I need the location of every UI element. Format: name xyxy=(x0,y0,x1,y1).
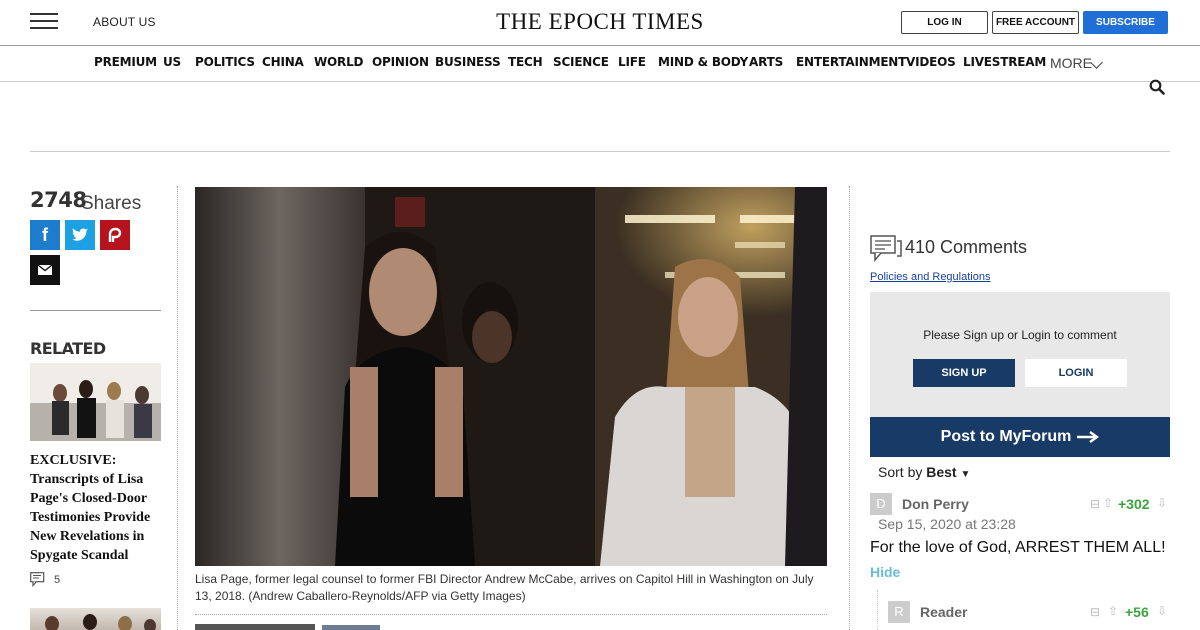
byline xyxy=(195,624,315,630)
collapse-icon[interactable]: ⊟ xyxy=(1090,605,1100,619)
facebook-icon: f xyxy=(42,224,48,245)
nav-more[interactable]: MORE xyxy=(1050,55,1092,71)
divider xyxy=(30,151,1170,152)
comment-author[interactable]: Reader xyxy=(920,604,967,620)
vote-count: +302 xyxy=(1118,496,1150,512)
avatar[interactable]: D xyxy=(870,493,892,515)
related-article-title[interactable]: EXCLUSIVE: Transcripts of Lisa Page's Cl… xyxy=(30,451,161,565)
facebook-share-button[interactable]: f xyxy=(30,220,60,250)
email-share-button[interactable] xyxy=(30,255,60,285)
site-logo[interactable]: THE EPOCH TIMES xyxy=(440,9,760,35)
divider xyxy=(849,186,850,630)
top-bar: ABOUT US THE EPOCH TIMES LOG IN FREE ACC… xyxy=(0,0,1200,46)
twitter-icon xyxy=(72,228,88,241)
article-photo xyxy=(195,187,827,566)
mail-icon xyxy=(38,265,52,275)
divider xyxy=(177,186,178,630)
comment-text: For the love of God, ARREST THEM ALL! xyxy=(870,539,1166,556)
nav-item-videos[interactable]: VIDEOS xyxy=(906,55,956,69)
signin-box: Please Sign up or Login to comment SIGN … xyxy=(870,292,1170,417)
policies-link[interactable]: Policies and Regulations xyxy=(870,271,990,283)
nav-item-china[interactable]: CHINA xyxy=(262,55,304,69)
comment-count: 5 xyxy=(54,573,61,586)
collapse-icon[interactable]: ⊟ xyxy=(1090,497,1100,511)
downvote-icon[interactable]: ⇩ xyxy=(1157,604,1167,618)
nav-item-premium[interactable]: PREMIUM xyxy=(94,55,157,69)
nav-item-livestream[interactable]: LIVESTREAM xyxy=(963,55,1046,69)
comments-count: 410 Comments xyxy=(905,237,1028,257)
comment-login-button[interactable]: LOGIN xyxy=(1025,359,1127,387)
comment-date: Sep 15, 2020 at 23:28 xyxy=(878,516,1016,532)
post-button-label: Post to MyForum xyxy=(940,428,1072,445)
related-thumbnail[interactable] xyxy=(30,608,161,630)
share-count: 2748 xyxy=(30,188,87,212)
signup-button[interactable]: SIGN UP xyxy=(913,359,1015,387)
caret-down-icon: ▼ xyxy=(960,469,971,480)
nav-item-world[interactable]: WORLD xyxy=(314,55,363,69)
share-label: Shares xyxy=(81,193,142,214)
arrow-right-icon xyxy=(1077,431,1100,443)
sort-value: Best xyxy=(926,464,957,480)
comment-author[interactable]: Don Perry xyxy=(902,496,969,512)
login-button[interactable]: LOG IN xyxy=(901,11,988,34)
post-to-myforum-button[interactable]: Post to MyForum xyxy=(870,417,1170,457)
free-account-button[interactable]: FREE ACCOUNT xyxy=(992,11,1079,34)
signin-prompt: Please Sign up or Login to comment xyxy=(923,328,1117,342)
nav-item-us[interactable]: US xyxy=(163,55,181,69)
related-heading: RELATED xyxy=(30,339,106,358)
nav-item-business[interactable]: BUSINESS xyxy=(435,55,501,69)
comments-icon xyxy=(870,235,902,263)
nav-item-life[interactable]: LIFE xyxy=(618,55,646,69)
menu-icon[interactable] xyxy=(30,13,58,30)
nav-item-arts[interactable]: ARTS xyxy=(749,55,783,69)
parler-share-button[interactable] xyxy=(100,220,130,250)
nav-item-politics[interactable]: POLITICS xyxy=(195,55,255,69)
about-us-link[interactable]: ABOUT US xyxy=(93,15,156,29)
upvote-icon[interactable]: ⇧ xyxy=(1103,496,1113,510)
related-comment-count[interactable]: 5 xyxy=(30,572,60,587)
subscribe-button[interactable]: SUBSCRIBE xyxy=(1083,11,1168,34)
nav-item-science[interactable]: SCIENCE xyxy=(553,55,609,69)
nav-item-entertainment[interactable]: ENTERTAINMENT xyxy=(796,55,906,69)
sort-dropdown[interactable]: Sort by Best ▼ xyxy=(878,464,970,480)
nav-item-mind-body[interactable]: MIND & BODY xyxy=(658,55,748,69)
sort-label: Sort by xyxy=(878,464,923,480)
vote-count: +56 xyxy=(1125,604,1149,620)
divider xyxy=(30,310,161,311)
photo-caption: Lisa Page, former legal counsel to forme… xyxy=(195,572,814,603)
byline-badge xyxy=(322,625,380,630)
nav-item-tech[interactable]: TECH xyxy=(508,55,543,69)
avatar[interactable]: R xyxy=(888,601,910,623)
twitter-share-button[interactable] xyxy=(65,220,95,250)
nav-item-opinion[interactable]: OPINION xyxy=(372,55,429,69)
reply-thread-line xyxy=(877,590,878,630)
main-nav: PREMIUM US POLITICS CHINA WORLD OPINION … xyxy=(0,46,1200,82)
divider xyxy=(195,614,827,615)
related-thumbnail[interactable] xyxy=(30,363,161,441)
downvote-icon[interactable]: ⇩ xyxy=(1157,496,1167,510)
search-icon[interactable] xyxy=(1149,79,1165,95)
comment-icon xyxy=(30,572,45,587)
upvote-icon[interactable]: ⇧ xyxy=(1108,604,1118,618)
parler-icon xyxy=(108,227,122,242)
hide-replies-link[interactable]: Hide xyxy=(870,564,900,580)
